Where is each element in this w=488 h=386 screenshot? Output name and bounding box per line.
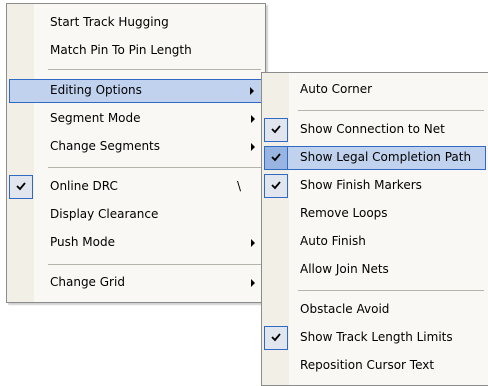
menu-item-reposition-cursor-text[interactable]: Reposition Cursor Text [264, 354, 486, 378]
menu-item-match-pin-to-pin-length[interactable]: Match Pin To Pin Length [9, 39, 263, 63]
menu-item-start-track-hugging[interactable]: Start Track Hugging [9, 11, 263, 35]
editing-options-submenu: Auto Corner Show Connection to Net Show … [261, 72, 488, 386]
menu-item-label: Auto Finish [300, 234, 366, 248]
menu-item-label: Change Segments [50, 139, 161, 153]
checkmark-box [264, 118, 288, 142]
menu-item-auto-finish[interactable]: Auto Finish [264, 230, 486, 254]
menu-separator [48, 167, 261, 168]
menu-item-label: Push Mode [50, 235, 115, 249]
menu-item-label: Start Track Hugging [50, 15, 169, 29]
menu-separator [48, 69, 261, 70]
menu-item-shortcut: \ [236, 179, 241, 193]
menu-item-label: Editing Options [50, 83, 142, 97]
menu-item-auto-corner[interactable]: Auto Corner [264, 78, 486, 102]
menu-item-label: Reposition Cursor Text [300, 358, 435, 372]
menu-item-label: Change Grid [50, 275, 125, 289]
submenu-arrow-icon [251, 239, 255, 247]
menu-item-push-mode[interactable]: Push Mode [9, 231, 263, 255]
submenu-arrow-icon [250, 87, 254, 95]
menu-item-label: Obstacle Avoid [300, 302, 390, 316]
menu-item-display-clearance[interactable]: Display Clearance [9, 203, 263, 227]
checkmark-icon [16, 181, 26, 191]
checkmark-icon [271, 332, 281, 342]
menu-item-show-legal-completion-path[interactable]: Show Legal Completion Path [264, 146, 486, 170]
menu-item-label: Remove Loops [300, 206, 388, 220]
menu-item-label: Show Legal Completion Path [300, 150, 472, 164]
submenu-arrow-icon [251, 115, 255, 123]
checkmark-icon [271, 180, 281, 190]
menu-item-allow-join-nets[interactable]: Allow Join Nets [264, 258, 486, 282]
menu-item-label: Show Connection to Net [300, 122, 445, 136]
menu-item-change-segments[interactable]: Change Segments [9, 135, 263, 159]
menu-item-show-track-length-limits[interactable]: Show Track Length Limits [264, 326, 486, 350]
menu-item-label: Allow Join Nets [300, 262, 389, 276]
menu-item-label: Online DRC [50, 179, 118, 193]
menu-item-label: Auto Corner [300, 82, 373, 96]
menu-separator [298, 290, 484, 291]
submenu-arrow-icon [251, 279, 255, 287]
menu-item-show-connection-to-net[interactable]: Show Connection to Net [264, 118, 486, 142]
submenu-arrow-icon [251, 143, 255, 151]
context-menu: Start Track Hugging Match Pin To Pin Len… [6, 3, 266, 303]
menu-item-change-grid[interactable]: Change Grid [9, 271, 263, 295]
checkmark-box [264, 174, 288, 198]
menu-item-online-drc[interactable]: Online DRC \ [9, 175, 263, 199]
checkmark-icon [271, 124, 281, 134]
menu-item-label: Segment Mode [50, 111, 141, 125]
checkmark-box [264, 146, 288, 170]
checkmark-icon [271, 152, 281, 162]
checkmark-box [9, 175, 33, 199]
menu-item-segment-mode[interactable]: Segment Mode [9, 107, 263, 131]
checkmark-box [264, 326, 288, 350]
menu-item-remove-loops[interactable]: Remove Loops [264, 202, 486, 226]
menu-item-show-finish-markers[interactable]: Show Finish Markers [264, 174, 486, 198]
menu-item-label: Match Pin To Pin Length [50, 43, 192, 57]
menu-item-obstacle-avoid[interactable]: Obstacle Avoid [264, 298, 486, 322]
menu-separator [48, 264, 261, 265]
menu-separator [298, 110, 484, 111]
menu-item-label: Show Finish Markers [300, 178, 422, 192]
menu-item-editing-options[interactable]: Editing Options [9, 79, 263, 103]
menu-item-label: Show Track Length Limits [300, 330, 453, 344]
menu-item-label: Display Clearance [50, 207, 159, 221]
